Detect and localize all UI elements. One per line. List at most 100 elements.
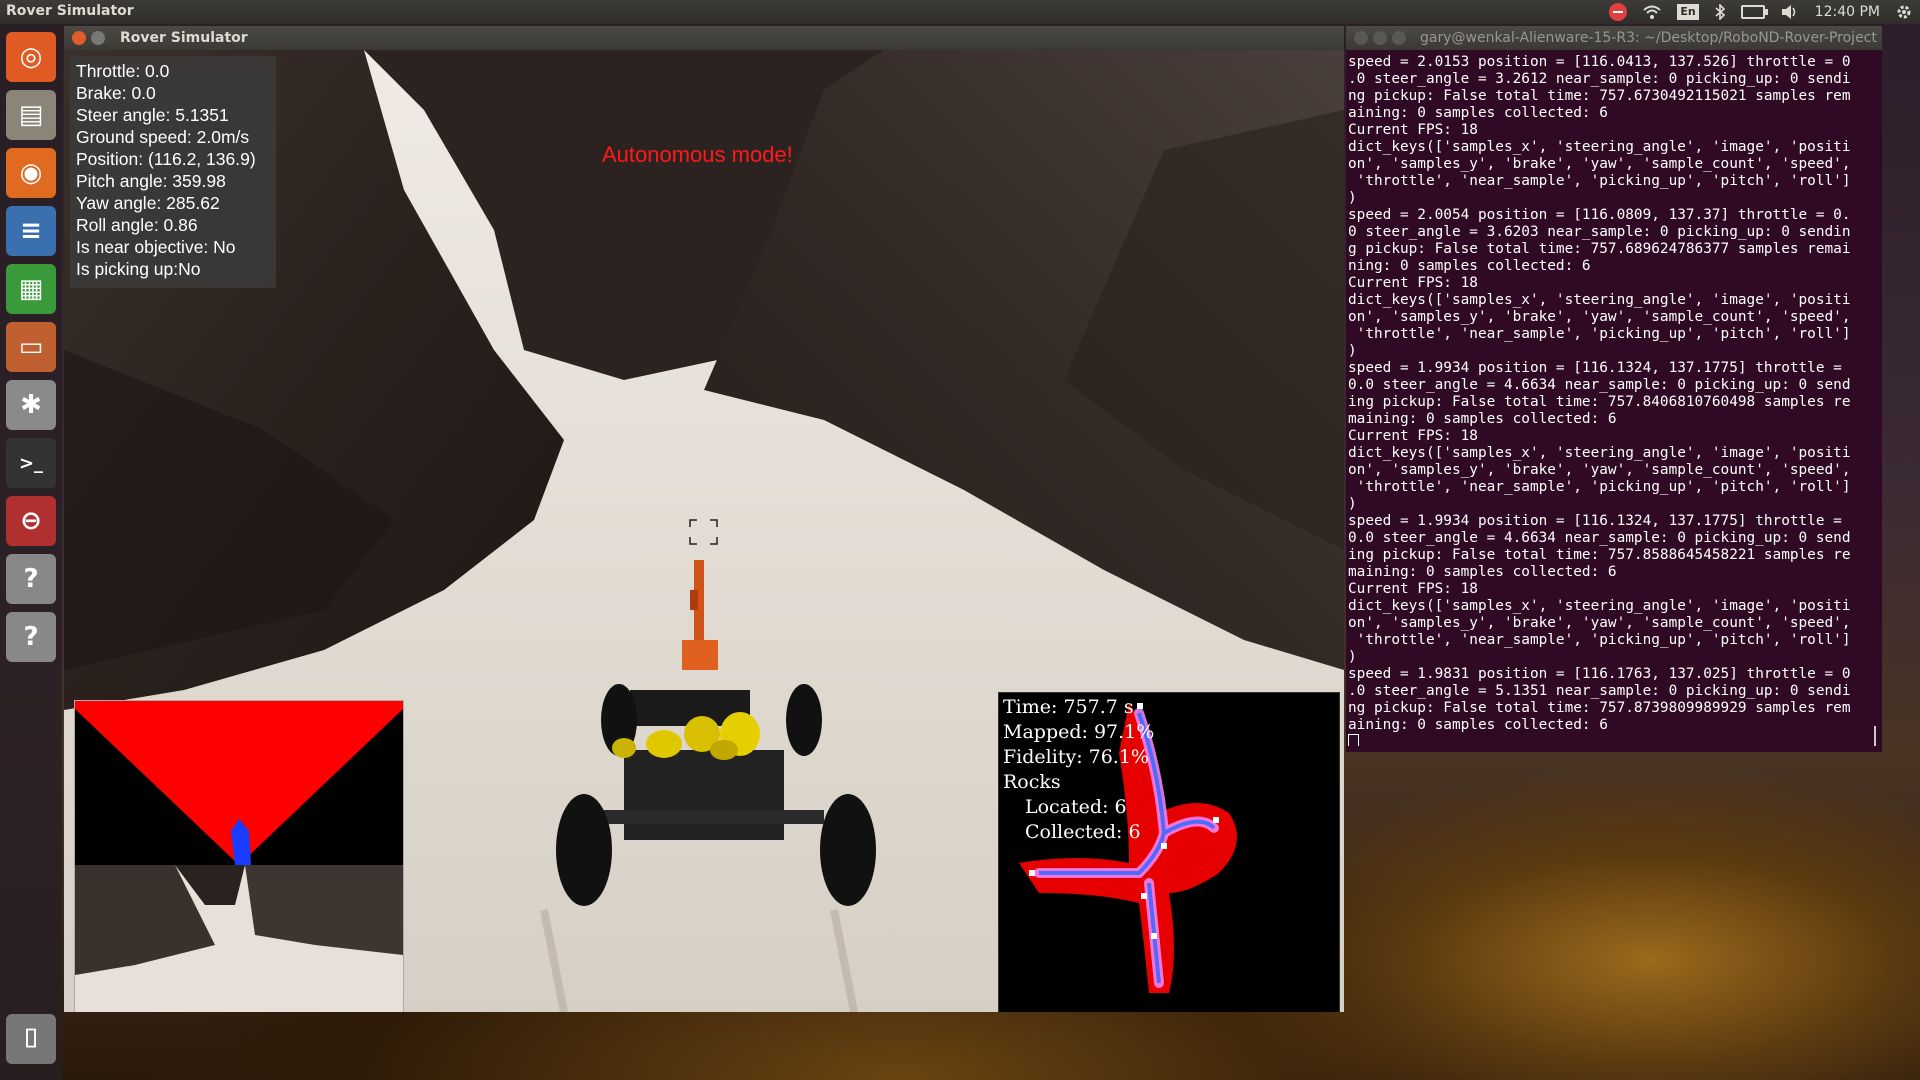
launcher-item-firefox[interactable]: ◉ <box>6 148 56 198</box>
terminal-line: 'throttle', 'near_sample', 'picking_up',… <box>1348 479 1851 495</box>
sim-window-title: Rover Simulator <box>120 30 248 46</box>
terminal-line: maining: 0 samples collected: 6 <box>1348 411 1617 427</box>
red-disk-icon: ⊖ <box>20 506 42 536</box>
map-time: Time: 757.7 s <box>1003 696 1134 718</box>
launcher-item-writer[interactable]: ≡ <box>6 206 56 256</box>
camera-inset <box>74 700 404 1012</box>
hud-roll-angle: Roll angle: 0.86 <box>76 215 198 235</box>
terminal-line: 'throttle', 'near_sample', 'picking_up',… <box>1348 326 1851 342</box>
minimize-button[interactable] <box>91 31 105 45</box>
terminal-output[interactable]: speed = 2.0153 position = [116.0413, 137… <box>1348 54 1876 746</box>
launcher-item-calc[interactable]: ▦ <box>6 264 56 314</box>
terminal-line: speed = 1.9831 position = [116.1763, 137… <box>1348 666 1851 682</box>
firefox-icon: ◉ <box>19 158 43 188</box>
close-button[interactable] <box>72 31 86 45</box>
launcher-item-unknown-app-2[interactable]: ? <box>6 612 56 662</box>
terminal-line: ng pickup: False total time: 757.6730492… <box>1348 88 1851 104</box>
terminal-line: 'throttle', 'near_sample', 'picking_up',… <box>1348 632 1851 648</box>
keyboard-layout-label: En <box>1677 4 1699 20</box>
terminal-line: ) <box>1348 496 1357 512</box>
top-panel: Rover Simulator En 12:40 PM <box>0 0 1920 24</box>
terminal-line: speed = 2.0153 position = [116.0413, 137… <box>1348 54 1851 70</box>
launcher-item-unknown-app-1[interactable]: ? <box>6 554 56 604</box>
hud-ground-speed: Ground speed: 2.0m/s <box>76 127 250 147</box>
terminal-line: .0 steer_angle = 3.2612 near_sample: 0 p… <box>1348 71 1851 87</box>
settings-gear-icon[interactable] <box>1896 0 1912 24</box>
terminal-line: ) <box>1348 649 1357 665</box>
map-rocks-collected: Collected: 6 <box>1025 821 1141 843</box>
hud-position: Position: (116.2, 136.9) <box>76 149 256 169</box>
rover-camera-view <box>75 865 403 1012</box>
hud-pitch-angle: Pitch angle: 359.98 <box>76 171 226 191</box>
terminal-maximize-button[interactable] <box>1392 31 1406 45</box>
terminal-line: speed = 2.0054 position = [116.0809, 137… <box>1348 207 1851 223</box>
hud-steer-angle: Steer angle: 5.1351 <box>76 105 229 125</box>
keyboard-icon[interactable]: En <box>1677 0 1699 24</box>
terminal-line: Current FPS: 18 <box>1348 122 1478 138</box>
terminal-line: dict_keys(['samples_x', 'steering_angle'… <box>1348 445 1851 461</box>
terminal-line: .0 steer_angle = 5.1351 near_sample: 0 p… <box>1348 683 1851 699</box>
bluetooth-icon[interactable] <box>1715 0 1725 24</box>
ubuntu-logo-icon: ◎ <box>19 42 43 72</box>
battery-icon[interactable] <box>1740 0 1768 24</box>
terminal-line: 0.0 steer_angle = 4.6634 near_sample: 0 … <box>1348 530 1851 546</box>
terminal-line: Current FPS: 18 <box>1348 581 1478 597</box>
terminal-line: dict_keys(['samples_x', 'steering_angle'… <box>1348 139 1851 155</box>
terminal-line: on', 'samples_y', 'brake', 'yaw', 'sampl… <box>1348 615 1851 631</box>
question-icon: ? <box>23 622 39 652</box>
wifi-icon[interactable] <box>1643 0 1661 24</box>
launcher-item-impress[interactable]: ▭ <box>6 322 56 372</box>
calc-sheet-icon: ▦ <box>18 274 44 304</box>
terminal-line: Current FPS: 18 <box>1348 428 1478 444</box>
launcher-item-system-settings[interactable]: ✱ <box>6 380 56 430</box>
simulator-viewport[interactable]: Throttle: 0.0 Brake: 0.0 Steer angle: 5.… <box>64 50 1344 1012</box>
terminal-line: ing pickup: False total time: 757.840681… <box>1348 394 1851 410</box>
terminal-line: ) <box>1348 190 1357 206</box>
indicator-area: En 12:40 PM <box>1609 0 1912 24</box>
launcher-item-unity-app[interactable]: ⊖ <box>6 496 56 546</box>
hud-throttle: Throttle: 0.0 <box>76 61 170 81</box>
file-cabinet-icon: ▤ <box>18 100 44 130</box>
terminal-line: ing pickup: False total time: 757.858864… <box>1348 547 1851 563</box>
autonomous-mode-message: Autonomous mode! <box>602 142 793 167</box>
hud-near-objective: Is near objective: No <box>76 237 236 257</box>
warped-threshold-view <box>75 701 403 865</box>
terminal-line: on', 'samples_y', 'brake', 'yaw', 'sampl… <box>1348 462 1851 478</box>
terminal-title: gary@wenkal-Alienware-15-R3: ~/Desktop/R… <box>1420 30 1877 46</box>
map-rocks-heading: Rocks <box>1003 771 1061 793</box>
terminal-line: ) <box>1348 343 1357 359</box>
terminal-scrollbar[interactable] <box>1874 726 1876 746</box>
settings-wrench-icon: ✱ <box>20 390 42 420</box>
terminal-line: 0.0 steer_angle = 4.6634 near_sample: 0 … <box>1348 377 1851 393</box>
hud-brake: Brake: 0.0 <box>76 83 156 103</box>
terminal-line: 'throttle', 'near_sample', 'picking_up',… <box>1348 173 1851 189</box>
world-map: Time: 757.7 s Mapped: 97.1% Fidelity: 76… <box>998 692 1340 1012</box>
map-fidelity: Fidelity: 76.1% <box>1003 746 1149 768</box>
writer-doc-icon: ≡ <box>20 216 42 246</box>
terminal-line: dict_keys(['samples_x', 'steering_angle'… <box>1348 598 1851 614</box>
terminal-minimize-button[interactable] <box>1373 31 1387 45</box>
launcher-item-trash[interactable]: ⌷ <box>6 1014 56 1064</box>
network-blocked-icon[interactable] <box>1609 0 1628 24</box>
hud-yaw-angle: Yaw angle: 285.62 <box>76 193 220 213</box>
volume-icon[interactable] <box>1781 0 1799 24</box>
launcher-item-terminal[interactable]: >_ <box>6 438 56 488</box>
terminal-line: aining: 0 samples collected: 6 <box>1348 717 1608 733</box>
terminal-line: Current FPS: 18 <box>1348 275 1478 291</box>
clock[interactable]: 12:40 PM <box>1815 0 1880 24</box>
trash-icon: ⌷ <box>23 1023 39 1054</box>
telemetry-hud: Throttle: 0.0 Brake: 0.0 Steer angle: 5.… <box>70 56 276 288</box>
terminal-prompt-line[interactable] <box>1348 734 1876 746</box>
hud-picking-up: Is picking up:No <box>76 259 201 279</box>
map-stats: Time: 757.7 s Mapped: 97.1% Fidelity: 76… <box>1003 695 1154 845</box>
terminal-titlebar[interactable]: gary@wenkal-Alienware-15-R3: ~/Desktop/R… <box>1346 26 1882 50</box>
terminal-window[interactable]: gary@wenkal-Alienware-15-R3: ~/Desktop/R… <box>1346 26 1882 752</box>
sim-titlebar[interactable]: Rover Simulator <box>64 26 1344 50</box>
launcher: ◎ ▤ ◉ ≡ ▦ ▭ ✱ >_ ⊖?? ⌷ <box>0 24 62 1080</box>
map-mapped: Mapped: 97.1% <box>1003 721 1155 743</box>
terminal-close-button[interactable] <box>1354 31 1368 45</box>
terminal-line: on', 'samples_y', 'brake', 'yaw', 'sampl… <box>1348 156 1851 172</box>
terminal-icon: >_ <box>18 452 44 474</box>
launcher-item-files[interactable]: ▤ <box>6 90 56 140</box>
launcher-item-ubuntu-dash[interactable]: ◎ <box>6 32 56 82</box>
